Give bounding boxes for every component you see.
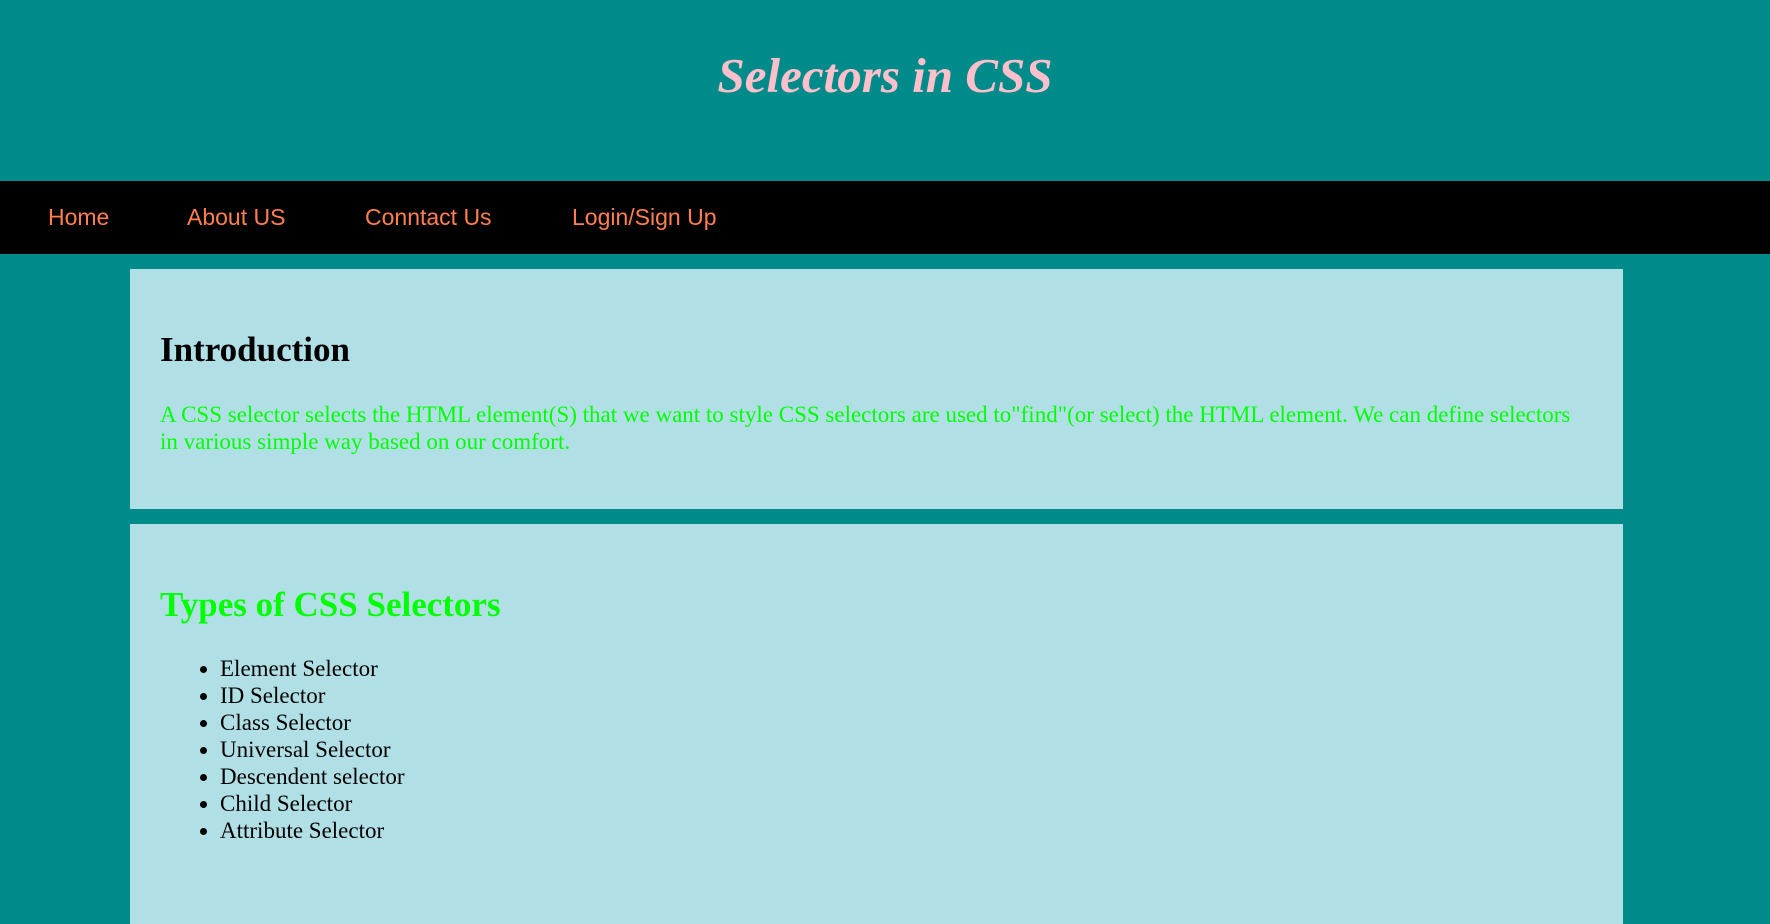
navbar: Home About US Conntact Us Login/Sign Up: [0, 181, 1770, 254]
nav-link-login-signup[interactable]: Login/Sign Up: [572, 181, 717, 254]
page-title: Selectors in CSS: [717, 48, 1053, 103]
intro-paragraph: A CSS selector selects the HTML element(…: [160, 402, 1571, 454]
nav-link-about-us[interactable]: About US: [187, 181, 285, 254]
nav-link-home[interactable]: Home: [48, 181, 109, 254]
page-header: Selectors in CSS: [0, 0, 1770, 181]
intro-heading: Introduction: [160, 330, 350, 369]
nav-link-contact-us[interactable]: Conntact Us: [365, 181, 492, 254]
selector-types-list: Element Selector ID Selector Class Selec…: [160, 655, 405, 844]
list-item: Child Selector: [220, 790, 405, 817]
types-section: Types of CSS Selectors Element Selector …: [130, 524, 1623, 924]
list-item: Class Selector: [220, 709, 405, 736]
list-item: ID Selector: [220, 682, 405, 709]
types-heading: Types of CSS Selectors: [160, 585, 501, 624]
intro-section: Introduction A CSS selector selects the …: [130, 269, 1623, 509]
list-item: Universal Selector: [220, 736, 405, 763]
list-item: Attribute Selector: [220, 817, 405, 844]
list-item: Descendent selector: [220, 763, 405, 790]
list-item: Element Selector: [220, 655, 405, 682]
